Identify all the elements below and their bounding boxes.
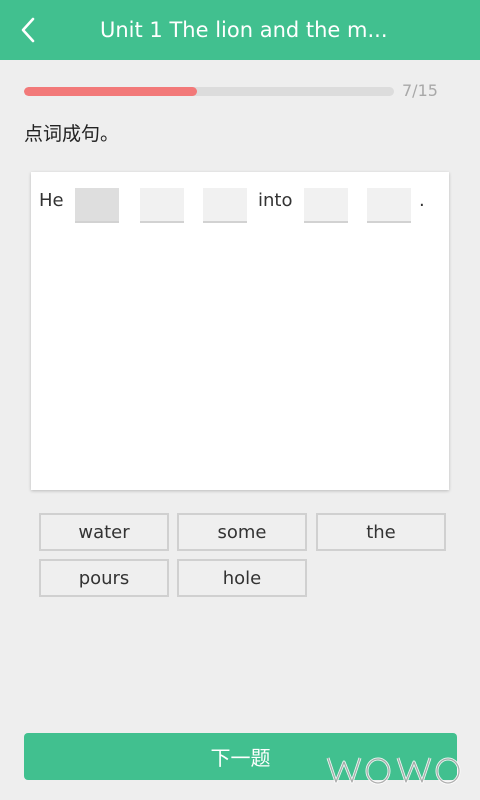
answer-slot-4[interactable] [304,188,348,223]
progress-fill [24,87,197,96]
option-some[interactable]: some [177,513,307,551]
chevron-left-icon [21,17,35,43]
page-title: Unit 1 The lion and the m... [100,18,388,42]
answer-slot-2[interactable] [140,188,184,223]
option-the[interactable]: the [316,513,446,551]
sentence-period: . [419,190,425,211]
app-header: Unit 1 The lion and the m... [0,0,480,60]
option-pours[interactable]: pours [39,559,169,597]
answer-slot-3[interactable] [203,188,247,223]
answer-slot-5[interactable] [367,188,411,223]
progress-count: 7/15 [402,81,438,100]
watermark-logo [326,757,461,785]
sentence-word-start: He [39,190,64,211]
option-hole[interactable]: hole [177,559,307,597]
sentence-word-middle: into [258,190,293,211]
question-instruction: 点词成句。 [24,123,120,145]
option-water[interactable]: water [39,513,169,551]
progress-bar [24,87,394,96]
answer-slot-1[interactable] [75,188,119,223]
back-button[interactable] [0,0,56,60]
